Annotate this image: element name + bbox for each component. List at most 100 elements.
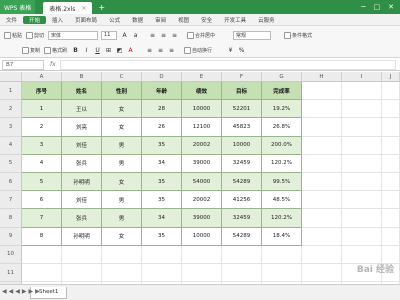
menu-developer[interactable]: 开发工具 (218, 16, 252, 24)
table-cell[interactable]: 35 (142, 136, 182, 155)
align-center-icon[interactable]: ≡ (156, 46, 165, 55)
fill-color-icon[interactable]: ◩ (115, 46, 124, 55)
empty-cell[interactable] (302, 209, 342, 228)
empty-cell[interactable] (342, 227, 382, 246)
menu-insert[interactable]: 插入 (46, 16, 69, 24)
table-cell[interactable]: 王以 (62, 100, 102, 119)
align-right-icon[interactable]: ≡ (167, 46, 176, 55)
close-tab-icon[interactable]: ✕ (81, 5, 86, 12)
align-left-icon[interactable]: ≡ (145, 46, 154, 55)
row-header[interactable]: 3 (0, 118, 22, 137)
table-cell[interactable]: 7 (22, 209, 62, 228)
table-cell[interactable]: 26 (142, 118, 182, 137)
menu-security[interactable]: 安全 (195, 16, 218, 24)
empty-cell[interactable] (222, 264, 262, 283)
empty-cell[interactable] (62, 245, 102, 264)
menu-view[interactable]: 视图 (172, 16, 195, 24)
column-header[interactable]: I (342, 72, 382, 82)
empty-cell[interactable] (382, 82, 400, 101)
empty-cell[interactable] (382, 191, 400, 210)
bold-icon[interactable]: B (71, 46, 80, 55)
table-cell[interactable]: 120.2% (262, 154, 302, 173)
font-color-icon[interactable]: A (126, 46, 135, 55)
empty-cell[interactable] (302, 136, 342, 155)
menu-page-layout[interactable]: 页面布局 (69, 16, 103, 24)
italic-icon[interactable]: I (82, 46, 91, 55)
column-header[interactable]: J (382, 72, 400, 82)
font-size-select[interactable]: 11 (101, 30, 118, 40)
table-cell[interactable]: 4 (22, 154, 62, 173)
menu-cloud[interactable]: 云服务 (252, 16, 281, 24)
border-icon[interactable]: ⊞ (104, 46, 113, 55)
merge-center-button[interactable]: 合并居中 (187, 30, 215, 41)
empty-cell[interactable] (302, 118, 342, 137)
empty-cell[interactable] (22, 245, 62, 264)
table-cell[interactable]: 1 (22, 100, 62, 119)
row-header[interactable]: 7 (0, 191, 22, 210)
table-cell[interactable]: 女 (102, 118, 142, 137)
align-bottom-icon[interactable]: ≡ (170, 31, 179, 40)
empty-cell[interactable] (302, 173, 342, 192)
minimize-button[interactable]: ─ (361, 3, 365, 11)
new-tab-button[interactable]: + (98, 3, 105, 12)
row-header[interactable]: 9 (0, 227, 22, 246)
row-header[interactable]: 2 (0, 100, 22, 119)
table-cell[interactable]: 刘佳 (62, 191, 102, 210)
increase-font-icon[interactable]: A (120, 31, 129, 40)
table-cell[interactable]: 10000 (182, 227, 222, 246)
table-cell[interactable]: 男 (102, 209, 142, 228)
empty-cell[interactable] (302, 82, 342, 101)
font-family-select[interactable]: 宋体 (48, 30, 99, 40)
paste-button[interactable]: 粘贴 (4, 30, 22, 41)
table-cell[interactable]: 女 (102, 173, 142, 192)
select-all-corner[interactable] (0, 72, 22, 82)
table-header-cell[interactable]: 年龄 (142, 82, 182, 101)
fx-icon[interactable]: fx (50, 61, 56, 68)
table-cell[interactable]: 35 (142, 173, 182, 192)
conditional-format-button[interactable]: 条件格式 (284, 30, 312, 41)
empty-cell[interactable] (342, 191, 382, 210)
empty-cell[interactable] (382, 118, 400, 137)
empty-cell[interactable] (142, 245, 182, 264)
row-header[interactable]: 8 (0, 209, 22, 228)
empty-cell[interactable] (342, 173, 382, 192)
table-cell[interactable]: 男 (102, 136, 142, 155)
empty-cell[interactable] (302, 264, 342, 283)
document-tab[interactable]: 表格.2xls ✕ (43, 2, 93, 14)
cut-button[interactable]: 剪切 (26, 30, 44, 41)
table-cell[interactable]: 女 (102, 227, 142, 246)
table-cell[interactable]: 34 (142, 154, 182, 173)
row-header[interactable]: 11 (0, 264, 22, 283)
percent-icon[interactable]: % (237, 46, 246, 55)
table-cell[interactable]: 54289 (222, 227, 262, 246)
table-cell[interactable]: 35 (142, 227, 182, 246)
table-cell[interactable]: 32459 (222, 154, 262, 173)
menu-review[interactable]: 审阅 (149, 16, 172, 24)
table-header-cell[interactable]: 完成率 (262, 82, 302, 101)
empty-cell[interactable] (302, 191, 342, 210)
table-header-cell[interactable]: 性别 (102, 82, 142, 101)
table-cell[interactable]: 32459 (222, 209, 262, 228)
row-header[interactable]: 10 (0, 245, 22, 264)
menu-home[interactable]: 开始 (23, 15, 47, 24)
menu-formula[interactable]: 公式 (103, 16, 126, 24)
table-cell[interactable]: 10000 (222, 136, 262, 155)
empty-cell[interactable] (182, 264, 222, 283)
empty-cell[interactable] (382, 136, 400, 155)
row-header[interactable]: 5 (0, 154, 22, 173)
empty-cell[interactable] (382, 227, 400, 246)
decrease-font-icon[interactable]: a (131, 31, 140, 40)
empty-cell[interactable] (262, 245, 302, 264)
format-painter-button[interactable]: 格式刷 (44, 45, 67, 56)
table-cell[interactable]: 男 (102, 191, 142, 210)
table-cell[interactable]: 8 (22, 227, 62, 246)
table-header-cell[interactable]: 绩效 (182, 82, 222, 101)
empty-cell[interactable] (382, 209, 400, 228)
table-cell[interactable]: 48.5% (262, 191, 302, 210)
table-cell[interactable]: 34 (142, 209, 182, 228)
empty-cell[interactable] (22, 264, 62, 283)
empty-cell[interactable] (102, 245, 142, 264)
menu-data[interactable]: 数据 (126, 16, 149, 24)
column-header[interactable]: F (222, 72, 262, 82)
empty-cell[interactable] (262, 264, 302, 283)
